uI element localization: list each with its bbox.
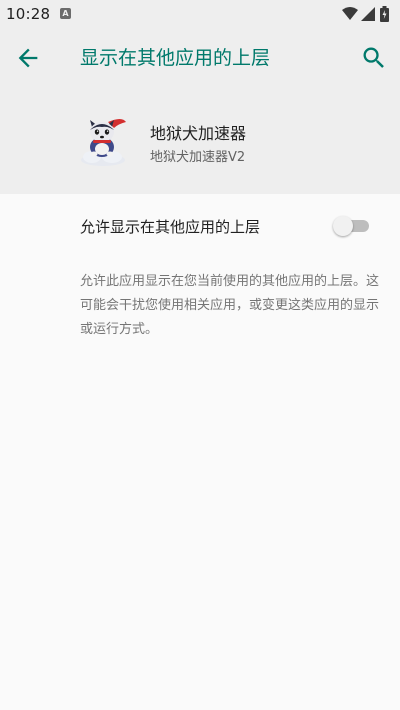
back-button[interactable] <box>14 44 42 72</box>
app-version: 地狱犬加速器V2 <box>150 150 246 165</box>
search-button[interactable] <box>360 44 388 72</box>
page-title: 显示在其他应用的上层 <box>80 47 271 69</box>
signal-icon <box>361 7 375 21</box>
toggle-thumb <box>333 216 353 236</box>
app-bar: 显示在其他应用的上层 <box>0 28 400 88</box>
setting-label: 允许显示在其他应用的上层 <box>80 218 261 236</box>
notification-icon: A <box>60 8 71 19</box>
battery-icon <box>380 6 389 22</box>
app-name: 地狱犬加速器 <box>150 124 247 143</box>
status-time: 10:28 <box>6 5 51 23</box>
arrow-left-icon <box>18 48 38 68</box>
setting-description: 允许此应用显示在您当前使用的其他应用的上层。这可能会干扰您使用相关应用，或变更这… <box>80 274 380 337</box>
wifi-icon <box>342 7 358 20</box>
search-icon <box>363 47 384 68</box>
display-over-apps-setting[interactable]: 允许显示在其他应用的上层 <box>0 204 400 248</box>
cerberus-mascot-icon <box>81 119 126 166</box>
display-over-apps-toggle[interactable] <box>333 216 371 236</box>
status-bar: 10:28 A <box>0 0 400 28</box>
status-icons <box>342 6 392 22</box>
app-header: 地狱犬加速器 地狱犬加速器V2 <box>0 88 400 194</box>
